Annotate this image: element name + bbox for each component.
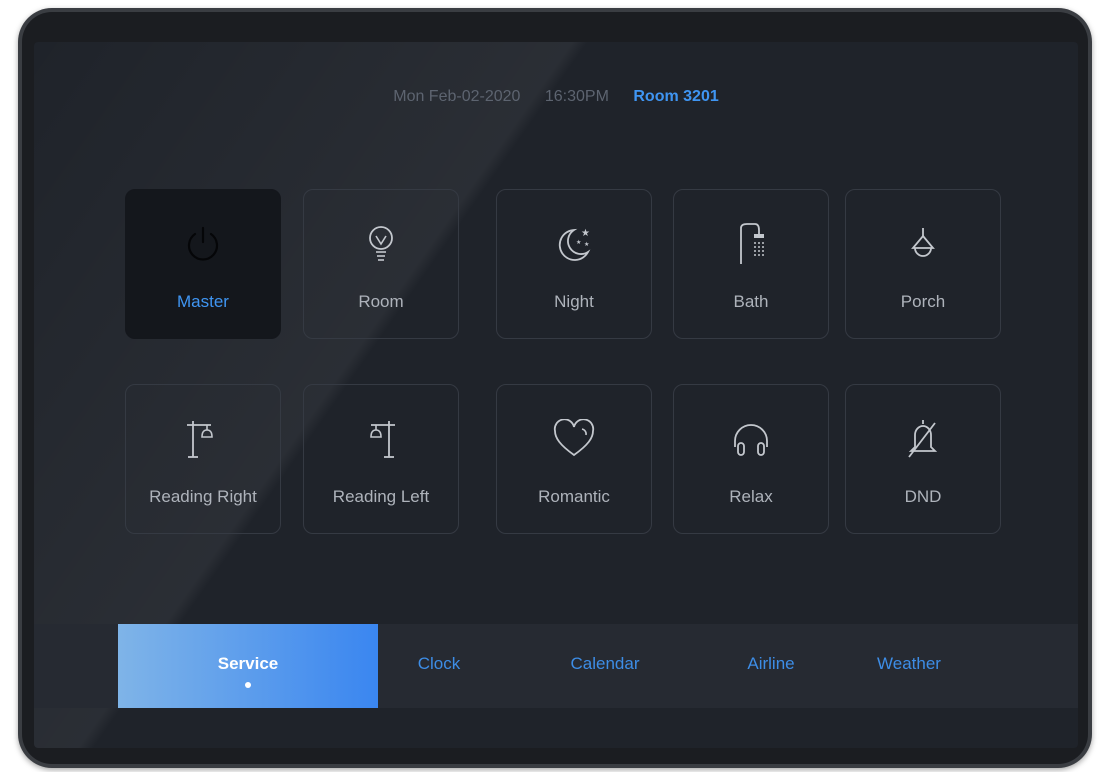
- tile-room[interactable]: Room: [303, 189, 459, 339]
- svg-text:★: ★: [576, 239, 581, 246]
- bulb-icon: [304, 220, 458, 268]
- tablet-device: Mon Feb-02-2020 16:30PM Room 3201 Master: [18, 8, 1092, 768]
- active-indicator-dot: [245, 682, 251, 688]
- tab-service[interactable]: Service: [118, 624, 378, 708]
- tile-label: Room: [358, 292, 404, 311]
- room-number: Room 3201: [633, 88, 719, 105]
- tile-label: Night: [554, 292, 594, 311]
- svg-text:★: ★: [581, 228, 590, 239]
- tile-bath[interactable]: Bath: [673, 189, 829, 339]
- tile-label: Porch: [900, 292, 946, 311]
- headphones-icon: [674, 415, 828, 463]
- reading-lamp-right-icon: [126, 415, 280, 463]
- tile-label: Master: [177, 292, 229, 311]
- date-text: Mon Feb-02-2020: [393, 88, 521, 105]
- tile-night[interactable]: ★ ★ ★ Night: [496, 189, 652, 339]
- svg-text:★: ★: [584, 241, 589, 248]
- tab-airline[interactable]: Airline: [691, 624, 851, 708]
- tile-dnd[interactable]: DND: [845, 384, 1001, 534]
- reading-lamp-left-icon: [304, 415, 458, 463]
- shower-icon: [674, 220, 828, 268]
- tile-label: Bath: [733, 292, 769, 311]
- tab-label: Airline: [747, 654, 795, 673]
- tile-label: Reading Left: [332, 487, 430, 506]
- tab-label: Service: [217, 654, 279, 673]
- tab-label: Clock: [417, 654, 461, 673]
- bottom-tab-bar: Service Clock Calendar Airline Weather: [34, 624, 1078, 708]
- tab-label: Weather: [877, 654, 941, 673]
- tile-label: DND: [904, 487, 942, 506]
- tab-label: Calendar: [570, 654, 640, 673]
- device-bezel: Mon Feb-02-2020 16:30PM Room 3201 Master: [22, 12, 1088, 764]
- tab-weather[interactable]: Weather: [829, 624, 989, 708]
- bell-off-icon: [846, 415, 1000, 463]
- tile-reading-right[interactable]: Reading Right: [125, 384, 281, 534]
- moon-stars-icon: ★ ★ ★: [497, 220, 651, 268]
- tab-calendar[interactable]: Calendar: [525, 624, 685, 708]
- tile-romantic[interactable]: Romantic: [496, 384, 652, 534]
- tab-clock[interactable]: Clock: [359, 624, 519, 708]
- tile-porch[interactable]: Porch: [845, 189, 1001, 339]
- tile-label: Relax: [729, 487, 773, 506]
- pendant-lamp-icon: [846, 220, 1000, 268]
- status-header: Mon Feb-02-2020 16:30PM Room 3201: [34, 88, 1078, 106]
- heart-icon: [497, 415, 651, 463]
- tile-reading-left[interactable]: Reading Left: [303, 384, 459, 534]
- tile-relax[interactable]: Relax: [673, 384, 829, 534]
- tile-label: Romantic: [538, 487, 610, 506]
- power-icon: [126, 220, 280, 268]
- time-text: 16:30PM: [544, 88, 609, 105]
- screen: Mon Feb-02-2020 16:30PM Room 3201 Master: [34, 42, 1078, 748]
- tile-label: Reading Right: [149, 487, 257, 506]
- tile-master[interactable]: Master: [125, 189, 281, 339]
